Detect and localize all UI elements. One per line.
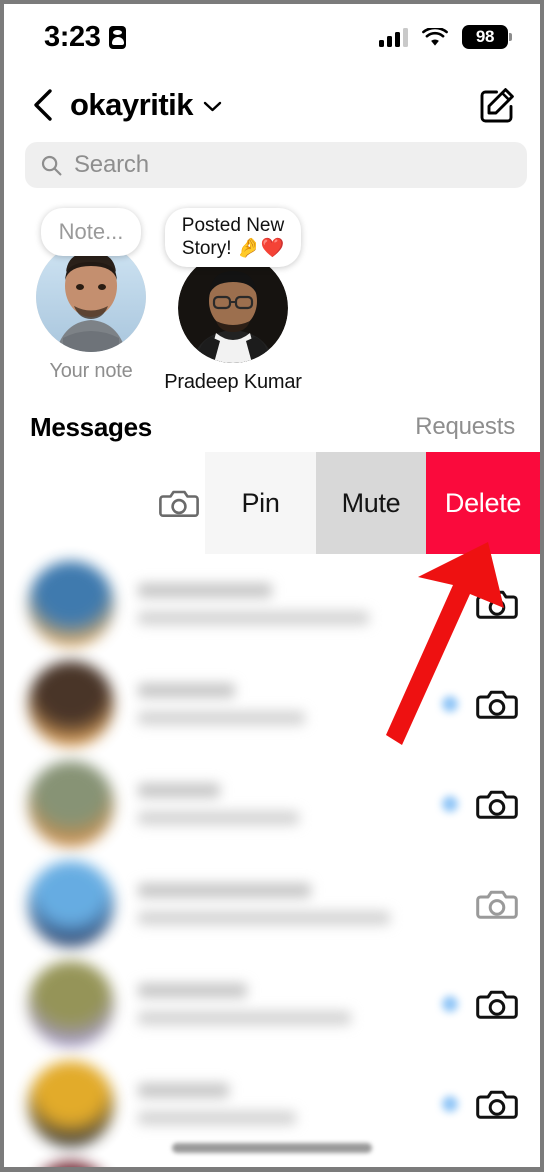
avatar[interactable] [36, 241, 146, 352]
note-author-name: Your note [49, 359, 133, 382]
delete-button[interactable]: Delete [426, 452, 540, 554]
mute-button[interactable]: Mute [316, 452, 426, 554]
pin-button[interactable]: Pin [205, 452, 316, 554]
camera-icon[interactable] [476, 983, 518, 1025]
back-chevron-icon[interactable] [30, 87, 56, 123]
chat-message-redacted [138, 911, 391, 925]
chat-preview-text [138, 683, 442, 725]
chat-message-redacted [138, 1111, 297, 1125]
chevron-down-icon[interactable] [203, 99, 222, 112]
camera-icon[interactable] [476, 883, 518, 925]
requests-link[interactable]: Requests [415, 413, 515, 441]
chat-username-redacted [138, 783, 221, 798]
search-input[interactable]: Search [25, 142, 527, 188]
chat-username-redacted [138, 883, 312, 898]
note-avatar-wrapper [178, 253, 288, 363]
messages-section-header: Messages Requests [4, 404, 540, 450]
compose-new-message-icon[interactable] [478, 86, 516, 124]
note-bubble[interactable]: Note... [40, 208, 142, 256]
chat-username-redacted [138, 1083, 230, 1098]
avatar[interactable] [28, 661, 114, 747]
chat-message-redacted [138, 711, 306, 725]
camera-icon[interactable] [476, 783, 518, 825]
note-avatar-wrapper [36, 241, 146, 352]
camera-icon[interactable] [476, 683, 518, 725]
chat-message-redacted [138, 1011, 351, 1025]
status-bar-clock: 3:23 [44, 20, 101, 53]
avatar[interactable] [178, 253, 288, 363]
avatar[interactable] [28, 1161, 114, 1167]
cellular-signal-icon [379, 27, 408, 47]
notes-tray: Note... Your note Posted New Story! 🤌❤️ … [4, 208, 540, 394]
chat-list-item[interactable] [4, 1054, 540, 1154]
id-card-icon [109, 25, 127, 49]
swiped-chat-row: Pin Mute Delete [4, 452, 540, 554]
account-username[interactable]: okayritik [70, 87, 194, 123]
chat-list [4, 554, 540, 1167]
chat-message-redacted [138, 811, 300, 825]
note-item-pradeep-kumar[interactable]: Posted New Story! 🤌❤️ Pradeep Kumar [162, 208, 304, 394]
camera-icon[interactable] [159, 483, 199, 523]
chat-preview-text [138, 583, 442, 625]
chat-list-item[interactable] [4, 554, 540, 654]
battery-indicator: 98 [462, 25, 512, 49]
chat-list-item[interactable] [4, 1154, 540, 1167]
unread-dot [442, 696, 458, 712]
chat-username-redacted [138, 983, 248, 998]
home-indicator [172, 1143, 372, 1153]
chat-list-item[interactable] [4, 854, 540, 954]
chat-message-redacted [138, 611, 370, 625]
page-title: Messages [30, 411, 152, 442]
chat-list-item[interactable] [4, 654, 540, 754]
chat-list-item[interactable] [4, 754, 540, 854]
camera-icon[interactable] [476, 583, 518, 625]
chat-preview-text [138, 1083, 442, 1125]
chat-preview-text [138, 783, 442, 825]
avatar[interactable] [28, 861, 114, 947]
chat-list-item[interactable] [4, 954, 540, 1054]
unread-dot [442, 1096, 458, 1112]
battery-level-label: 98 [475, 27, 495, 46]
chat-preview-text [138, 983, 442, 1025]
avatar[interactable] [28, 761, 114, 847]
note-item-your-note[interactable]: Note... Your note [20, 208, 162, 394]
chat-username-redacted [138, 583, 272, 598]
status-bar: 3:23 98 [4, 4, 540, 70]
navigation-header: okayritik [4, 70, 540, 140]
unread-dot [442, 996, 458, 1012]
swipe-action-buttons: Pin Mute Delete [205, 452, 540, 554]
chat-username-redacted [138, 683, 236, 698]
avatar[interactable] [28, 1061, 114, 1147]
search-icon [41, 155, 62, 176]
chat-preview-text [138, 883, 442, 925]
status-bar-right: 98 [379, 25, 512, 49]
unread-dot [442, 796, 458, 812]
camera-icon[interactable] [476, 1083, 518, 1125]
avatar[interactable] [28, 561, 114, 647]
note-author-name: Pradeep Kumar [164, 371, 302, 393]
avatar[interactable] [28, 961, 114, 1047]
status-bar-left: 3:23 [44, 20, 127, 54]
note-bubble[interactable]: Posted New Story! 🤌❤️ [165, 208, 301, 267]
wifi-icon [422, 26, 448, 47]
search-placeholder: Search [74, 151, 149, 178]
phone-screen: 3:23 98 okayritik Search Note... Your no… [0, 0, 544, 1172]
